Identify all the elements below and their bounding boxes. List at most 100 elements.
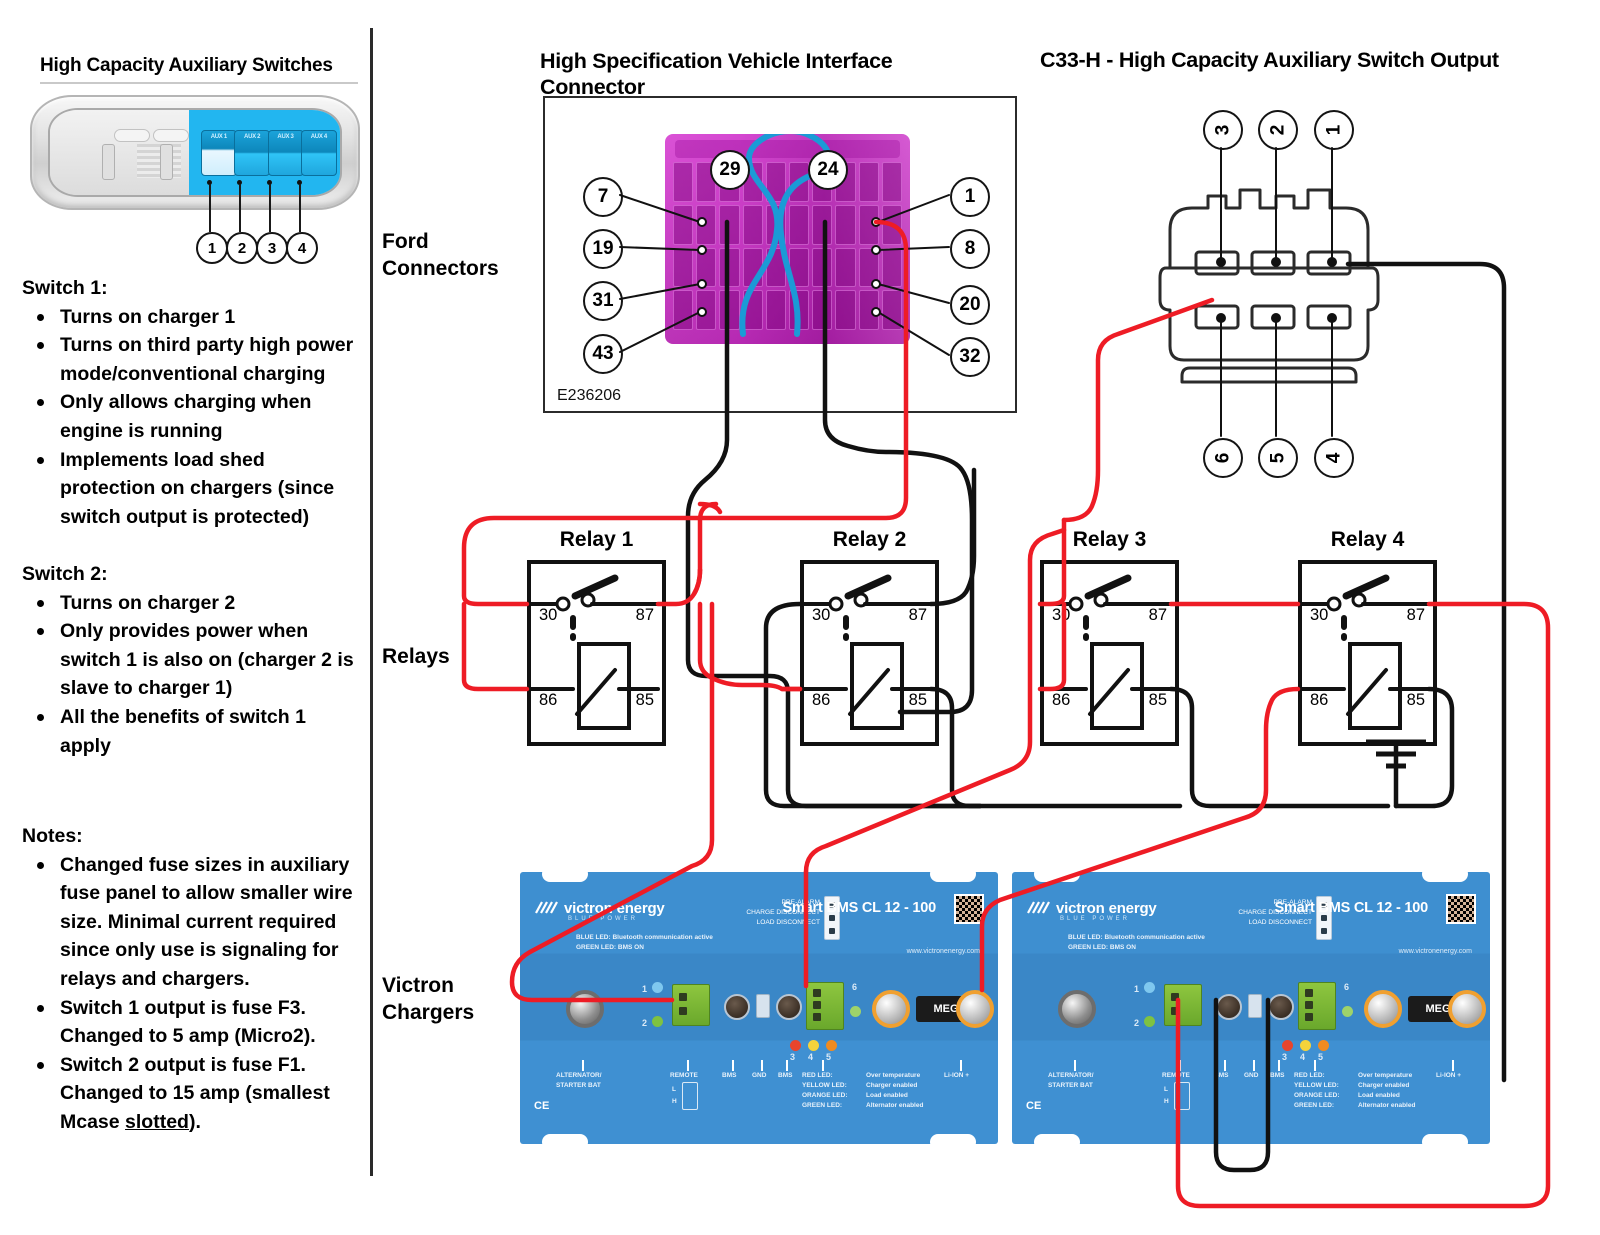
tick-bms-right [786,1060,788,1071]
list-item: Only provides power when switch 1 is als… [22,617,362,703]
legend-red-led: RED LED: [802,1072,833,1079]
relay-1-terminal-30: 30 [539,606,558,624]
green-led-note: GREEN LED: BMS ON [576,944,644,951]
list-item: All the benefits of switch 1 apply [22,703,362,760]
legend-yellow-meaning: Charger enabled [866,1082,918,1089]
c33-pin-callout-3: 3 [1203,110,1243,150]
bms-port-right[interactable] [776,994,802,1020]
relay-4: Relay 4 30 87 86 85 [1298,528,1437,746]
row-label-victron: Victron Chargers [382,972,474,1026]
alternator-lug[interactable] [1058,990,1096,1028]
dome-lamp-buttons[interactable] [113,128,190,143]
label-bms-left: BMS [722,1072,737,1079]
switch-panel-title: High Capacity Auxiliary Switches [40,55,333,76]
label-gnd: GND [752,1072,767,1079]
switch-callout-4: 4 [286,232,318,264]
switch2-bullet-list: Turns on charger 2 Only provides power w… [22,589,362,761]
callout-num-6: 6 [1344,982,1350,992]
callout-num-1: 1 [1134,984,1140,994]
legend-orange-led: ORANGE LED: [802,1092,848,1099]
c33-pin-callout-5: 5 [1258,438,1298,478]
ford-pin-callout-19: 19 [583,229,623,269]
bms-port-left[interactable] [724,994,750,1020]
blue-led-note: BLUE LED: Bluetooth communication active [576,934,713,941]
tick-bms-left [732,1060,734,1071]
remote-terminal-block[interactable] [672,984,710,1026]
victron-logo-icon [1027,901,1050,914]
relay-3-terminal-85: 85 [1148,691,1167,709]
label-alternator-2: STARTER BAT [556,1082,601,1089]
tick-bms-right [1278,1060,1280,1071]
led-orange [826,1040,837,1051]
legend-yellow-led: YELLOW LED: [802,1082,847,1089]
mount-tab-br [930,1134,976,1150]
gnd-port[interactable] [756,994,770,1018]
mega-fuse-lug-right[interactable] [1448,990,1486,1028]
relay-1-terminal-85: 85 [635,691,654,709]
alternator-lug[interactable] [566,990,604,1028]
blue-led [652,982,663,993]
aux-switch-2[interactable]: AUX 2 [234,130,271,177]
label-remote: REMOTE [670,1072,698,1079]
relay-4-coil [1348,642,1402,730]
ford-title-line1: High Specification Vehicle Interface [540,49,893,73]
remote-sub-icon [682,1082,698,1110]
legend-yellow-led: YELLOW LED: [1294,1082,1339,1089]
victron-charger-2: victron energy BLUE POWER PRE-ALARM CHAR… [1012,866,1490,1150]
aux-switch-1[interactable]: AUX 1 [200,130,237,177]
legend-green-meaning: Alternator enabled [1358,1102,1416,1109]
legend-green-meaning: Alternator enabled [866,1102,924,1109]
switch1-bullet-list: Turns on charger 1 Turns on third party … [22,303,362,532]
list-item: Only allows charging when engine is runn… [22,388,362,445]
callout-num-3: 3 [1282,1052,1288,1062]
dome-lamp-right[interactable] [153,128,190,143]
tick-liion [1452,1060,1454,1071]
remote-terminal-block[interactable] [1164,984,1202,1026]
victron-model: Smart BMS CL 12 - 100 [1274,900,1429,916]
callout-leader-4 [299,184,301,232]
callout-leader-2 [239,184,241,232]
aux-switch-4-label: AUX 4 [310,134,327,141]
victron-logo-icon [535,901,558,914]
blue-led-note: BLUE LED: Bluetooth communication active [1068,934,1205,941]
mega-fuse-lug-left[interactable] [872,990,910,1028]
callout-num-1: 1 [642,984,648,994]
remote-sub-h: H [672,1098,677,1105]
ford-connector-photo [665,134,910,344]
legend-orange-meaning: Load enabled [1358,1092,1400,1099]
mega-fuse-lug-left[interactable] [1364,990,1402,1028]
mega-fuse-lug-right[interactable] [956,990,994,1028]
led-yellow [1300,1040,1311,1051]
label-gnd: GND [1244,1072,1259,1079]
aux-switch-4[interactable]: AUX 4 [300,130,337,177]
tick-gnd [1253,1060,1255,1071]
label-alternator-2: STARTER BAT [1048,1082,1093,1089]
tick-bms-left [1224,1060,1226,1071]
relay-1-terminal-86: 86 [539,691,558,709]
row-label-victron-line1: Victron [382,974,454,997]
bms-port-right[interactable] [1268,994,1294,1020]
row-label-ford: Ford Connectors [382,228,499,282]
qr-code-icon [1446,894,1476,924]
legend-red-meaning: Over temperature [866,1072,921,1079]
legend-yellow-meaning: Charger enabled [1358,1082,1410,1089]
green-led-note: GREEN LED: BMS ON [1068,944,1136,951]
dome-lamp-left[interactable] [113,128,150,143]
ford-pin-callout-8: 8 [950,229,990,269]
bms-port-left[interactable] [1216,994,1242,1020]
ford-pin-callout-1: 1 [950,177,990,217]
callout-num-6: 6 [852,982,858,992]
note-underlined-word: slotted [125,1110,189,1133]
legend-orange-led: ORANGE LED: [1294,1092,1340,1099]
bms-signal-terminal-block[interactable] [806,982,844,1030]
relay-4-terminal-30: 30 [1310,606,1329,624]
title-divider [40,82,358,84]
label-alternator-1: ALTERNATOR/ [556,1072,602,1079]
switch-callout-1: 1 [196,232,228,264]
victron-website: www.victronenergy.com [1398,948,1472,955]
aux-switch-3[interactable]: AUX 3 [267,130,304,177]
vent-grill [137,144,181,178]
label-bms-right: BMS [1270,1072,1285,1079]
gnd-port[interactable] [1248,994,1262,1018]
bms-signal-terminal-block[interactable] [1298,982,1336,1030]
